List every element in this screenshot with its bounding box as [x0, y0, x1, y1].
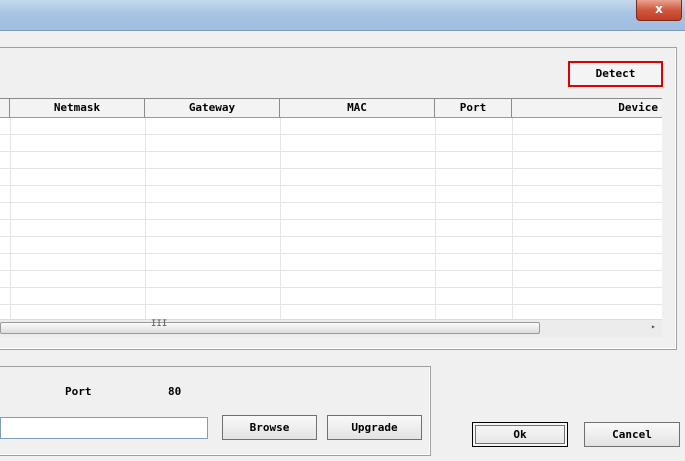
firmware-path-input[interactable] [0, 417, 208, 439]
close-icon: x [655, 2, 663, 16]
column-header-mac[interactable]: MAC [280, 99, 435, 117]
device-table[interactable]: Netmask Gateway MAC Port Device [0, 98, 662, 319]
ok-button[interactable]: Ok [472, 422, 568, 447]
scroll-right-icon[interactable]: ▸ [651, 322, 656, 331]
port-value: 80 [168, 385, 182, 398]
cancel-button[interactable]: Cancel [584, 422, 680, 447]
port-label: Port [65, 385, 92, 398]
scrollbar-thumb[interactable]: III [0, 319, 540, 334]
close-button[interactable]: x [636, 0, 682, 21]
upgrade-panel [0, 366, 431, 456]
detect-button[interactable]: Detect [568, 61, 663, 87]
table-grid [0, 118, 662, 319]
column-header-device[interactable]: Device [512, 99, 662, 117]
title-bar[interactable]: x [0, 0, 685, 31]
column-header-gateway[interactable]: Gateway [145, 99, 280, 117]
grip-icon: III [151, 319, 168, 329]
column-header-port[interactable]: Port [435, 99, 512, 117]
horizontal-scrollbar[interactable]: III ▸ [0, 319, 662, 337]
browse-button[interactable]: Browse [222, 415, 317, 440]
table-header: Netmask Gateway MAC Port Device [0, 99, 662, 118]
column-header-netmask[interactable]: Netmask [10, 99, 145, 117]
upgrade-button[interactable]: Upgrade [327, 415, 422, 440]
column-header-truncated[interactable] [0, 99, 10, 117]
